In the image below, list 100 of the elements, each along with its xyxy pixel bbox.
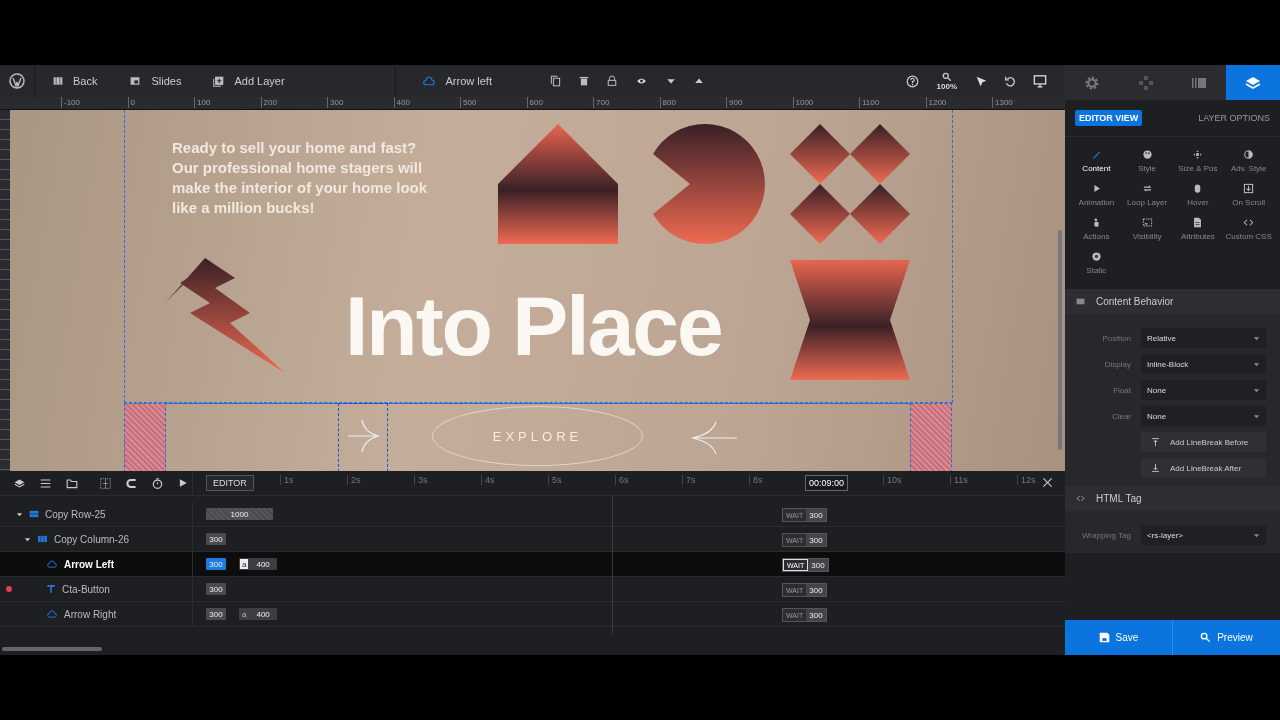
select-field[interactable]: None (1141, 406, 1266, 426)
option-tab[interactable]: Actions (1071, 217, 1122, 241)
trash-icon (578, 75, 589, 87)
cloud-icon (46, 559, 58, 569)
stopwatch-icon (152, 477, 163, 489)
folder-icon (66, 477, 78, 489)
time-mark: 1s (280, 475, 294, 485)
ruler-label: 400 (393, 97, 410, 108)
section-title: Content Behavior (1096, 296, 1174, 307)
option-tab[interactable]: Size & Pos (1172, 149, 1224, 173)
ruler-label: 600 (526, 97, 543, 108)
option-tab[interactable]: Adv. Style (1223, 149, 1274, 173)
linebreak-button[interactable]: Add LineBreak After (1141, 458, 1266, 478)
select-field[interactable]: Relative (1141, 328, 1266, 348)
option-tab[interactable]: On Scroll (1223, 183, 1274, 207)
time-mark: 5s (548, 475, 562, 485)
option-tab[interactable]: Attributes (1172, 217, 1224, 241)
option-tab[interactable]: Content (1071, 149, 1122, 173)
contrast-icon (1243, 149, 1255, 160)
gear-icon (1083, 74, 1100, 91)
select-field[interactable]: None (1141, 380, 1266, 400)
disc-icon (1090, 251, 1102, 262)
monitor-icon (1033, 74, 1047, 88)
toolbar-button[interactable]: Back (39, 75, 112, 87)
field-label: Position (1101, 333, 1131, 343)
layer-name: Arrow Left (64, 558, 114, 570)
ruler-label: 1200 (925, 97, 947, 108)
time-mark: 2s (347, 475, 361, 485)
section-title: HTML Tag (1096, 493, 1142, 504)
caret-down-icon (1253, 360, 1260, 368)
timing-bar[interactable]: 300 (206, 558, 227, 570)
layer-name: Arrow Right (64, 608, 117, 620)
ruler-label: 300 (327, 97, 344, 108)
option-tab[interactable]: Custom CSS (1223, 217, 1274, 241)
select-field[interactable]: Inline-Block (1141, 354, 1266, 374)
time-mark: 3s (414, 475, 428, 485)
field-label: Wrapping Tag (1080, 530, 1131, 540)
copy-icon (549, 75, 561, 87)
cloud-icon (46, 609, 58, 619)
search-icon (1200, 632, 1212, 643)
select-field[interactable]: <rs-layer> (1141, 525, 1266, 545)
panel-title: LAYER OPTIONS (1198, 113, 1270, 123)
option-tab[interactable]: Animation (1071, 183, 1122, 207)
option-tab[interactable]: Loop Layer (1121, 183, 1173, 207)
footer-button[interactable]: Preview (1172, 620, 1280, 655)
help-icon (905, 74, 919, 88)
caret-down-icon (1253, 334, 1260, 342)
align-top-icon (1151, 437, 1160, 447)
toolbar-button[interactable]: Add Layer (199, 75, 299, 87)
panel-tab[interactable] (1226, 65, 1280, 100)
document-icon (1192, 217, 1204, 228)
timing-bar[interactable]: 300 (206, 533, 227, 545)
timing-bar[interactable]: 1000 (206, 508, 273, 520)
layer-name: Copy Row-25 (45, 508, 106, 520)
ruler-label: 900 (726, 97, 743, 108)
zoom-button[interactable]: 100% (930, 71, 963, 91)
loop-bar[interactable]: a 400 (239, 608, 277, 620)
caret-up-icon (693, 76, 704, 86)
timing-bar[interactable]: 300 (206, 583, 227, 595)
option-tab[interactable]: Static (1071, 251, 1122, 275)
intro-text: Ready to sell your home and fast? Our professional home stagers will make the interior of your home look like a million bucks! (172, 138, 429, 218)
code-icon (1075, 494, 1086, 503)
loop-bar[interactable]: a 400 (239, 558, 277, 570)
ruler-label: 700 (593, 97, 610, 108)
panel-tab[interactable] (1065, 65, 1119, 100)
panel-tab[interactable] (1172, 65, 1227, 100)
caret-down-icon (665, 76, 676, 86)
field-label: Float (1112, 385, 1131, 395)
linebreak-button[interactable]: Add LineBreak Before (1141, 432, 1266, 452)
grid-icon (53, 76, 63, 86)
caret-down-icon (24, 535, 31, 543)
time-mark: 11s (950, 475, 968, 485)
timing-bar[interactable]: 300 (206, 608, 227, 620)
columns-icon (37, 534, 48, 544)
footer-button[interactable]: Save (1065, 620, 1172, 655)
close-icon (1042, 477, 1053, 488)
magnet-icon (126, 477, 137, 489)
option-tab[interactable]: Style (1121, 149, 1173, 173)
editor-label[interactable]: EDITOR (206, 475, 254, 491)
editor-view-badge[interactable]: EDITOR VIEW (1075, 110, 1143, 126)
save-icon (1098, 632, 1110, 643)
option-tab[interactable]: Visibility (1121, 217, 1173, 241)
search-icon (941, 71, 952, 82)
add-layer-icon (213, 75, 225, 87)
toolbar-button[interactable]: Slides (115, 75, 196, 87)
field-label: Display (1103, 359, 1131, 369)
time-mark: 12s (1017, 475, 1036, 485)
menu-icon (40, 477, 51, 489)
wordpress-logo-icon (9, 73, 25, 89)
ruler-label: -100 (61, 97, 80, 108)
layers-icon (14, 477, 25, 489)
play-icon (178, 478, 188, 488)
text-icon (46, 584, 56, 594)
ruler-label: 0 (127, 97, 135, 108)
cross-dots-icon (1137, 74, 1154, 91)
ruler-label: 200 (260, 97, 277, 108)
ruler-label: 1300 (992, 97, 1013, 108)
cloud-icon (421, 75, 436, 87)
option-tab[interactable]: Hover (1172, 183, 1224, 207)
palette-icon (1141, 149, 1153, 160)
